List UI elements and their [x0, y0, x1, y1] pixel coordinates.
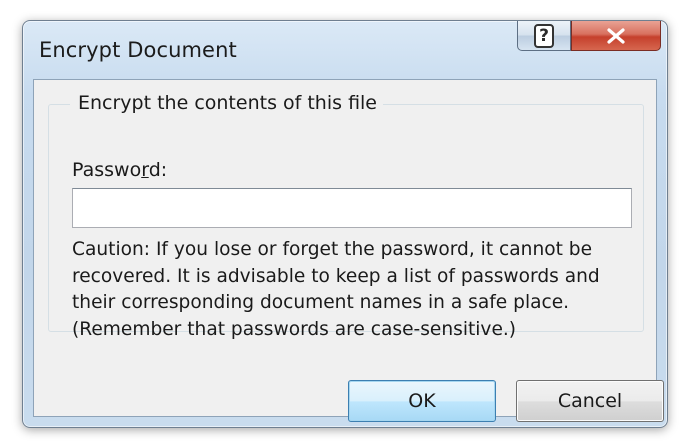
dialog-title: Encrypt Document [39, 38, 237, 62]
ok-button[interactable]: OK [348, 380, 496, 422]
dialog-client-area: Encrypt the contents of this file Passwo… [33, 79, 664, 422]
close-button[interactable] [571, 21, 661, 51]
close-icon [607, 27, 625, 44]
group-box-label: Encrypt the contents of this file [70, 92, 383, 114]
help-icon: ? [534, 23, 554, 48]
help-button[interactable]: ? [517, 21, 571, 51]
password-accelerator: r [141, 159, 149, 181]
password-label: Password: [72, 159, 168, 181]
cancel-button[interactable]: Cancel [516, 380, 664, 422]
encrypt-document-dialog: Encrypt Document ? Encrypt the contents … [22, 20, 668, 428]
caption-buttons: ? [517, 21, 661, 57]
password-input[interactable] [72, 188, 632, 228]
caution-text: Caution: If you lose or forget the passw… [72, 239, 600, 340]
